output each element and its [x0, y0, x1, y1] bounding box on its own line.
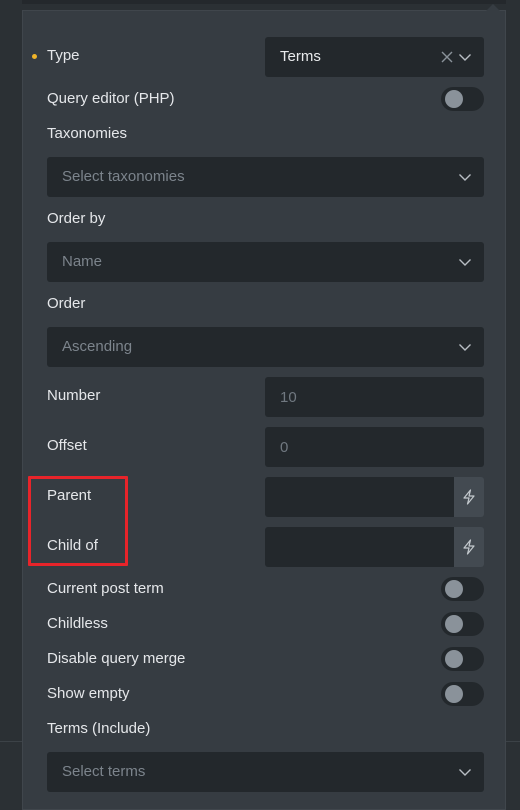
order-by-select[interactable]: Name	[47, 242, 484, 282]
type-select-value: Terms	[280, 48, 321, 65]
toggle-knob	[445, 90, 463, 108]
lightning-icon	[463, 539, 475, 555]
page-background	[0, 0, 22, 798]
show-empty-toggle[interactable]	[441, 682, 484, 706]
current-post-term-toggle[interactable]	[441, 577, 484, 601]
disable-query-merge-label: Disable query merge	[47, 650, 186, 667]
toggle-knob	[445, 615, 463, 633]
popup-pointer	[486, 4, 500, 11]
terms-include-label: Terms (Include)	[47, 720, 151, 737]
offset-input[interactable]	[265, 427, 484, 467]
terms-include-select[interactable]: Select terms	[47, 752, 484, 792]
order-select[interactable]: Ascending	[47, 327, 484, 367]
child-of-dynamic-data-button[interactable]	[454, 527, 484, 567]
child-of-input[interactable]	[265, 527, 454, 567]
taxonomies-placeholder: Select taxonomies	[62, 168, 185, 185]
type-select[interactable]: Terms	[265, 37, 484, 77]
query-editor-label: Query editor (PHP)	[47, 90, 175, 107]
toggle-knob	[445, 580, 463, 598]
toggle-knob	[445, 650, 463, 668]
taxonomies-select[interactable]: Select taxonomies	[47, 157, 484, 197]
order-label: Order	[47, 295, 86, 312]
parent-input[interactable]	[265, 477, 454, 517]
taxonomies-label: Taxonomies	[47, 125, 128, 142]
clear-icon[interactable]	[440, 50, 454, 64]
childless-toggle[interactable]	[441, 612, 484, 636]
number-input[interactable]	[265, 377, 484, 417]
childless-label: Childless	[47, 615, 108, 632]
chevron-down-icon	[459, 259, 471, 266]
terms-include-placeholder: Select terms	[62, 763, 146, 780]
disable-query-merge-toggle[interactable]	[441, 647, 484, 671]
order-placeholder: Ascending	[62, 338, 133, 355]
order-by-placeholder: Name	[62, 253, 103, 270]
panel-top-strip	[22, 0, 506, 4]
chevron-down-icon	[459, 54, 471, 61]
type-label: Type	[47, 47, 80, 64]
required-indicator	[32, 54, 37, 59]
number-label: Number	[47, 387, 101, 404]
query-editor-toggle[interactable]	[441, 87, 484, 111]
offset-label: Offset	[47, 437, 87, 454]
parent-dynamic-data-button[interactable]	[454, 477, 484, 517]
chevron-down-icon	[459, 174, 471, 181]
show-empty-label: Show empty	[47, 685, 130, 702]
chevron-down-icon	[459, 769, 471, 776]
current-post-term-label: Current post term	[47, 580, 164, 597]
lightning-icon	[463, 489, 475, 505]
annotation-highlight-box	[28, 476, 128, 566]
chevron-down-icon	[459, 344, 471, 351]
order-by-label: Order by	[47, 210, 106, 227]
toggle-knob	[445, 685, 463, 703]
